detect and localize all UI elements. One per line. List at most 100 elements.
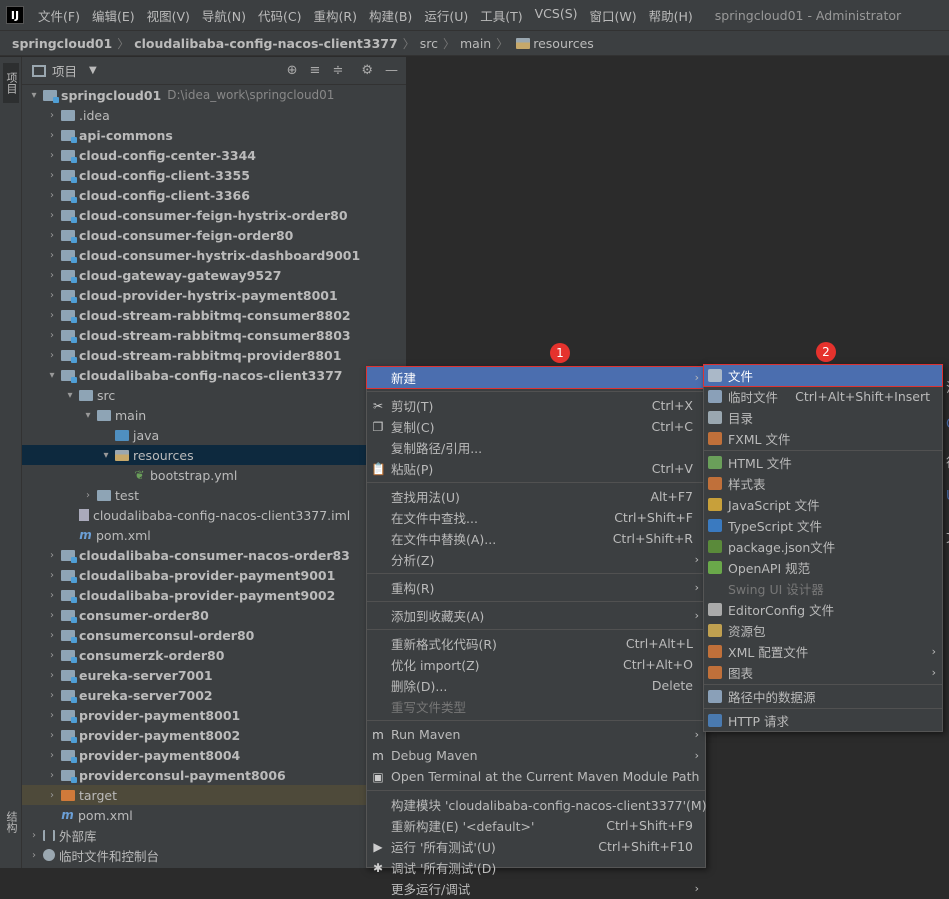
menu-item-11[interactable]: 帮助(H) xyxy=(643,6,699,25)
context-menu-item[interactable]: ✂ 剪切(T) Ctrl+X xyxy=(367,395,705,416)
tree-node[interactable]: › cloudalibaba-provider-payment9001 xyxy=(22,565,406,585)
chevron-right-icon[interactable]: › xyxy=(46,230,58,241)
tree-node[interactable]: ▾ main xyxy=(22,405,406,425)
context-menu-item[interactable]: 删除(D)... Delete xyxy=(367,675,705,696)
chevron-down-icon[interactable]: ▾ xyxy=(64,390,76,401)
context-menu-item[interactable]: 重新格式化代码(R) Ctrl+Alt+L xyxy=(367,633,705,654)
context-menu-item[interactable]: 查找用法(U) Alt+F7 xyxy=(367,486,705,507)
chevron-down-icon[interactable]: ▾ xyxy=(100,450,112,461)
chevron-right-icon[interactable]: › xyxy=(46,150,58,161)
chevron-right-icon[interactable]: › xyxy=(46,590,58,601)
new-submenu-item[interactable]: 目录 xyxy=(704,407,942,428)
project-tool-tab[interactable]: 项目 xyxy=(3,63,19,103)
tree-node[interactable]: ▾ springcloud01 D:\idea_work\springcloud01 xyxy=(22,85,406,105)
new-submenu-item[interactable]: OpenAPI 规范 xyxy=(704,557,942,578)
project-panel-title[interactable]: 项目 xyxy=(52,61,77,80)
tree-node[interactable]: cloudalibaba-config-nacos-client3377.iml xyxy=(22,505,406,525)
tree-node[interactable]: ▾ resources xyxy=(22,445,406,465)
menu-item-9[interactable]: VCS(S) xyxy=(529,6,584,25)
tree-node[interactable]: › test xyxy=(22,485,406,505)
context-menu-item[interactable]: 优化 import(Z) Ctrl+Alt+O xyxy=(367,654,705,675)
tree-node[interactable]: › consumerconsul-order80 xyxy=(22,625,406,645)
tree-node[interactable]: › consumerzk-order80 xyxy=(22,645,406,665)
context-menu-item[interactable]: 添加到收藏夹(A) › xyxy=(367,605,705,626)
tree-node[interactable]: › cloud-consumer-feign-hystrix-order80 xyxy=(22,205,406,225)
tree-node[interactable]: › eureka-server7001 xyxy=(22,665,406,685)
tree-node[interactable]: m pom.xml xyxy=(22,805,406,825)
tree-node[interactable]: › cloud-gateway-gateway9527 xyxy=(22,265,406,285)
breadcrumb-item[interactable]: springcloud01 xyxy=(12,36,112,51)
chevron-right-icon[interactable]: › xyxy=(46,290,58,301)
chevron-right-icon[interactable]: › xyxy=(46,790,58,801)
chevron-right-icon[interactable]: › xyxy=(28,850,40,861)
tree-node[interactable]: m pom.xml xyxy=(22,525,406,545)
tree-node[interactable]: › cloud-provider-hystrix-payment8001 xyxy=(22,285,406,305)
new-submenu-item[interactable]: TypeScript 文件 xyxy=(704,515,942,536)
chevron-right-icon[interactable]: › xyxy=(46,670,58,681)
tree-node[interactable]: › provider-payment8001 xyxy=(22,705,406,725)
structure-tool-tab[interactable]: 结构 xyxy=(3,802,19,842)
new-submenu-item[interactable]: 路径中的数据源 xyxy=(704,686,942,707)
tree-node[interactable]: › cloud-consumer-hystrix-dashboard9001 xyxy=(22,245,406,265)
new-submenu-item[interactable]: EditorConfig 文件 xyxy=(704,599,942,620)
new-submenu-item[interactable]: 资源包 xyxy=(704,620,942,641)
new-submenu-item[interactable]: FXML 文件 xyxy=(704,428,942,449)
context-menu-item[interactable]: 在文件中查找... Ctrl+Shift+F xyxy=(367,507,705,528)
new-submenu-item[interactable]: package.json文件 xyxy=(704,536,942,557)
breadcrumb-item[interactable]: main xyxy=(460,36,491,51)
new-submenu-item[interactable]: 文件 xyxy=(703,364,943,387)
context-menu-item[interactable]: m Debug Maven › xyxy=(367,745,705,766)
tree-node[interactable]: › consumer-order80 xyxy=(22,605,406,625)
chevron-right-icon[interactable]: › xyxy=(46,690,58,701)
menu-item-8[interactable]: 工具(T) xyxy=(474,6,528,25)
menu-item-0[interactable]: 文件(F) xyxy=(32,6,86,25)
tree-node[interactable]: java xyxy=(22,425,406,445)
context-menu-item[interactable]: 复制路径/引用... xyxy=(367,437,705,458)
chevron-right-icon[interactable]: › xyxy=(46,550,58,561)
minimize-icon[interactable]: — xyxy=(385,63,398,78)
tree-node[interactable]: › cloudalibaba-provider-payment9002 xyxy=(22,585,406,605)
context-menu-item[interactable]: ▣ Open Terminal at the Current Maven Modu… xyxy=(367,766,705,787)
chevron-right-icon[interactable]: › xyxy=(46,570,58,581)
chevron-right-icon[interactable]: › xyxy=(46,270,58,281)
breadcrumb-item[interactable]: cloudalibaba-config-nacos-client3377 xyxy=(134,36,397,51)
collapse-all-icon[interactable]: ≑ xyxy=(332,63,343,78)
tree-node[interactable]: ▾ cloudalibaba-config-nacos-client3377 xyxy=(22,365,406,385)
chevron-right-icon[interactable]: › xyxy=(46,630,58,641)
tree-node[interactable]: › cloud-consumer-feign-order80 xyxy=(22,225,406,245)
tree-node[interactable]: › providerconsul-payment8006 xyxy=(22,765,406,785)
context-menu-item[interactable]: 📋 粘贴(P) Ctrl+V xyxy=(367,458,705,479)
chevron-right-icon[interactable]: › xyxy=(46,730,58,741)
chevron-right-icon[interactable]: › xyxy=(46,110,58,121)
chevron-right-icon[interactable]: › xyxy=(46,710,58,721)
menu-item-5[interactable]: 重构(R) xyxy=(308,6,363,25)
chevron-right-icon[interactable]: › xyxy=(82,490,94,501)
menu-item-10[interactable]: 窗口(W) xyxy=(584,6,643,25)
tree-node[interactable]: › api-commons xyxy=(22,125,406,145)
menu-item-2[interactable]: 视图(V) xyxy=(141,6,196,25)
tree-node[interactable]: › 临时文件和控制台 xyxy=(22,845,406,865)
new-submenu-item[interactable]: XML 配置文件 › xyxy=(704,641,942,662)
context-menu-item[interactable]: 新建 › xyxy=(366,366,706,389)
tree-node[interactable]: › cloud-config-client-3366 xyxy=(22,185,406,205)
tree-node[interactable]: › cloud-stream-rabbitmq-provider8801 xyxy=(22,345,406,365)
chevron-right-icon[interactable]: › xyxy=(46,750,58,761)
chevron-right-icon[interactable]: › xyxy=(46,650,58,661)
new-submenu-item[interactable]: 样式表 xyxy=(704,473,942,494)
breadcrumb-item[interactable]: resources xyxy=(533,36,594,51)
context-menu-item[interactable]: 分析(Z) › xyxy=(367,549,705,570)
chevron-right-icon[interactable]: › xyxy=(46,310,58,321)
chevron-right-icon[interactable]: › xyxy=(46,210,58,221)
tree-node[interactable]: ❦ bootstrap.yml xyxy=(22,465,406,485)
new-submenu-item[interactable]: JavaScript 文件 xyxy=(704,494,942,515)
tree-node[interactable]: › .idea xyxy=(22,105,406,125)
chevron-right-icon[interactable]: › xyxy=(46,610,58,621)
context-menu-item[interactable]: 重新构建(E) '<default>' Ctrl+Shift+F9 xyxy=(367,815,705,836)
tree-node[interactable]: › 外部库 xyxy=(22,825,406,845)
context-menu-item[interactable]: 重构(R) › xyxy=(367,577,705,598)
menu-item-1[interactable]: 编辑(E) xyxy=(86,6,141,25)
chevron-right-icon[interactable]: › xyxy=(46,190,58,201)
chevron-down-icon[interactable]: ▾ xyxy=(46,370,58,381)
new-submenu-item[interactable]: HTML 文件 xyxy=(704,452,942,473)
tree-node[interactable]: › eureka-server7002 xyxy=(22,685,406,705)
